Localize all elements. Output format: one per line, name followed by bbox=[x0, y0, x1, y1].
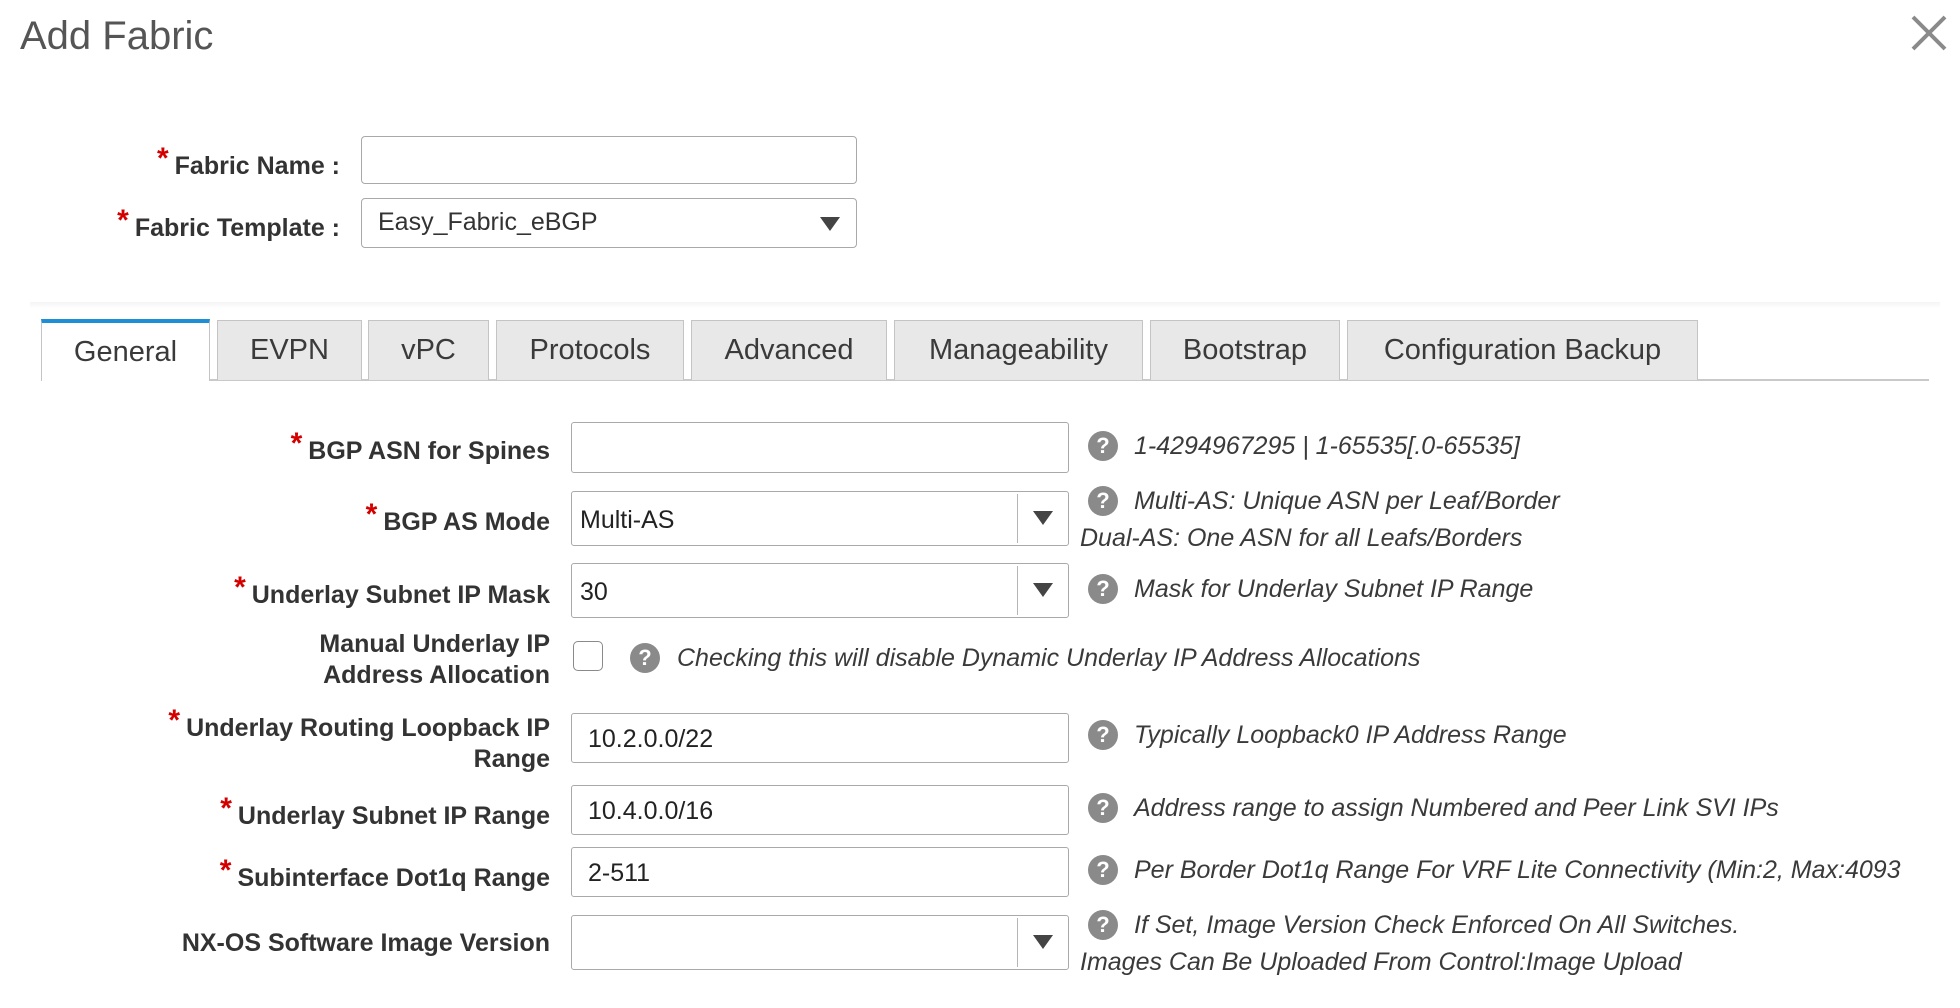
required-marker: * bbox=[220, 792, 232, 825]
manual-underlay-hint: Checking this will disable Dynamic Under… bbox=[677, 644, 1421, 672]
fabric-name-input[interactable] bbox=[361, 136, 857, 184]
bgp-as-mode-select[interactable]: Multi-AS bbox=[571, 491, 1069, 546]
underlay-subnet-mask-select[interactable]: 30 bbox=[571, 563, 1069, 618]
close-icon[interactable] bbox=[1908, 12, 1950, 54]
bgp-as-mode-hint-1: Multi-AS: Unique ASN per Leaf/Border bbox=[1134, 487, 1560, 515]
nxos-image-hint-2: Images Can Be Uploaded From Control:Imag… bbox=[1080, 948, 1682, 976]
required-marker: * bbox=[168, 704, 181, 737]
bgp-asn-input[interactable] bbox=[571, 422, 1069, 473]
required-marker: * bbox=[234, 571, 246, 604]
add-fabric-dialog: Add Fabric * Fabric Name : * Fabric Templa… bbox=[0, 0, 1960, 1008]
select-divider bbox=[1017, 918, 1018, 967]
help-icon[interactable]: ? bbox=[630, 643, 660, 673]
dot1q-range-value: 2-511 bbox=[588, 859, 651, 887]
fabric-template-select[interactable]: Easy_Fabric_eBGP bbox=[361, 198, 857, 248]
select-divider bbox=[1017, 494, 1018, 543]
chevron-down-icon bbox=[1033, 935, 1053, 949]
tab-vpc[interactable]: vPC bbox=[368, 320, 489, 380]
tab-general[interactable]: General bbox=[41, 319, 210, 381]
underlay-subnet-mask-value: 30 bbox=[580, 578, 608, 606]
required-marker: * bbox=[290, 427, 303, 460]
help-icon[interactable]: ? bbox=[1088, 910, 1118, 940]
required-marker: * bbox=[365, 498, 378, 531]
help-icon[interactable]: ? bbox=[1088, 793, 1118, 823]
tab-manageability[interactable]: Manageability bbox=[894, 320, 1143, 380]
tabs-shadow bbox=[30, 302, 1940, 308]
help-icon[interactable]: ? bbox=[1088, 720, 1118, 750]
nxos-image-select[interactable] bbox=[571, 915, 1069, 970]
subnet-range-input[interactable]: 10.4.0.0/16 bbox=[571, 785, 1069, 835]
bgp-as-mode-label: * BGP AS Mode bbox=[365, 498, 550, 536]
dot1q-range-label: * Subinterface Dot1q Range bbox=[219, 854, 550, 892]
chevron-down-icon bbox=[820, 217, 840, 231]
nxos-image-hint-1: If Set, Image Version Check Enforced On … bbox=[1134, 911, 1740, 939]
bgp-as-mode-hint-2: Dual-AS: One ASN for all Leafs/Borders bbox=[1080, 524, 1523, 552]
dot1q-range-hint: Per Border Dot1q Range For VRF Lite Conn… bbox=[1134, 856, 1901, 884]
underlay-subnet-mask-hint: Mask for Underlay Subnet IP Range bbox=[1134, 575, 1534, 603]
underlay-subnet-mask-label: * Underlay Subnet IP Mask bbox=[234, 571, 550, 609]
loopback-range-input[interactable]: 10.2.0.0/22 bbox=[571, 713, 1069, 763]
fabric-name-label: * Fabric Name : bbox=[156, 142, 340, 180]
dialog-title: Add Fabric bbox=[20, 14, 214, 58]
subnet-range-hint: Address range to assign Numbered and Pee… bbox=[1134, 794, 1779, 822]
chevron-down-icon bbox=[1033, 583, 1053, 597]
help-icon[interactable]: ? bbox=[1088, 431, 1118, 461]
fabric-template-label: * Fabric Template : bbox=[117, 204, 340, 242]
required-marker: * bbox=[219, 854, 232, 887]
manual-underlay-label: Manual Underlay IP Address Allocation bbox=[319, 630, 550, 689]
loopback-range-label: * Underlay Routing Loopback IP Range bbox=[168, 704, 550, 773]
bgp-as-mode-value: Multi-AS bbox=[580, 506, 675, 534]
tab-bootstrap[interactable]: Bootstrap bbox=[1150, 320, 1340, 380]
loopback-range-hint: Typically Loopback0 IP Address Range bbox=[1134, 721, 1567, 749]
chevron-down-icon bbox=[1033, 511, 1053, 525]
required-marker: * bbox=[156, 142, 169, 175]
help-icon[interactable]: ? bbox=[1088, 855, 1118, 885]
required-marker: * bbox=[117, 204, 129, 237]
manual-underlay-checkbox[interactable] bbox=[573, 641, 603, 671]
bgp-asn-label: * BGP ASN for Spines bbox=[290, 427, 550, 465]
loopback-range-value: 10.2.0.0/22 bbox=[588, 725, 714, 753]
subnet-range-value: 10.4.0.0/16 bbox=[588, 797, 714, 825]
help-icon[interactable]: ? bbox=[1088, 486, 1118, 516]
bgp-asn-hint: 1-4294967295 | 1-65535[.0-65535] bbox=[1134, 432, 1520, 460]
fabric-template-value: Easy_Fabric_eBGP bbox=[378, 208, 598, 236]
dot1q-range-input[interactable]: 2-511 bbox=[571, 847, 1069, 897]
select-divider bbox=[1017, 566, 1018, 615]
tab-configuration-backup[interactable]: Configuration Backup bbox=[1347, 320, 1698, 380]
nxos-image-label: NX-OS Software Image Version bbox=[181, 929, 550, 957]
tab-evpn[interactable]: EVPN bbox=[217, 320, 362, 380]
tab-protocols[interactable]: Protocols bbox=[496, 320, 684, 380]
tab-advanced[interactable]: Advanced bbox=[691, 320, 887, 380]
subnet-range-label: * Underlay Subnet IP Range bbox=[220, 792, 550, 830]
help-icon[interactable]: ? bbox=[1088, 574, 1118, 604]
